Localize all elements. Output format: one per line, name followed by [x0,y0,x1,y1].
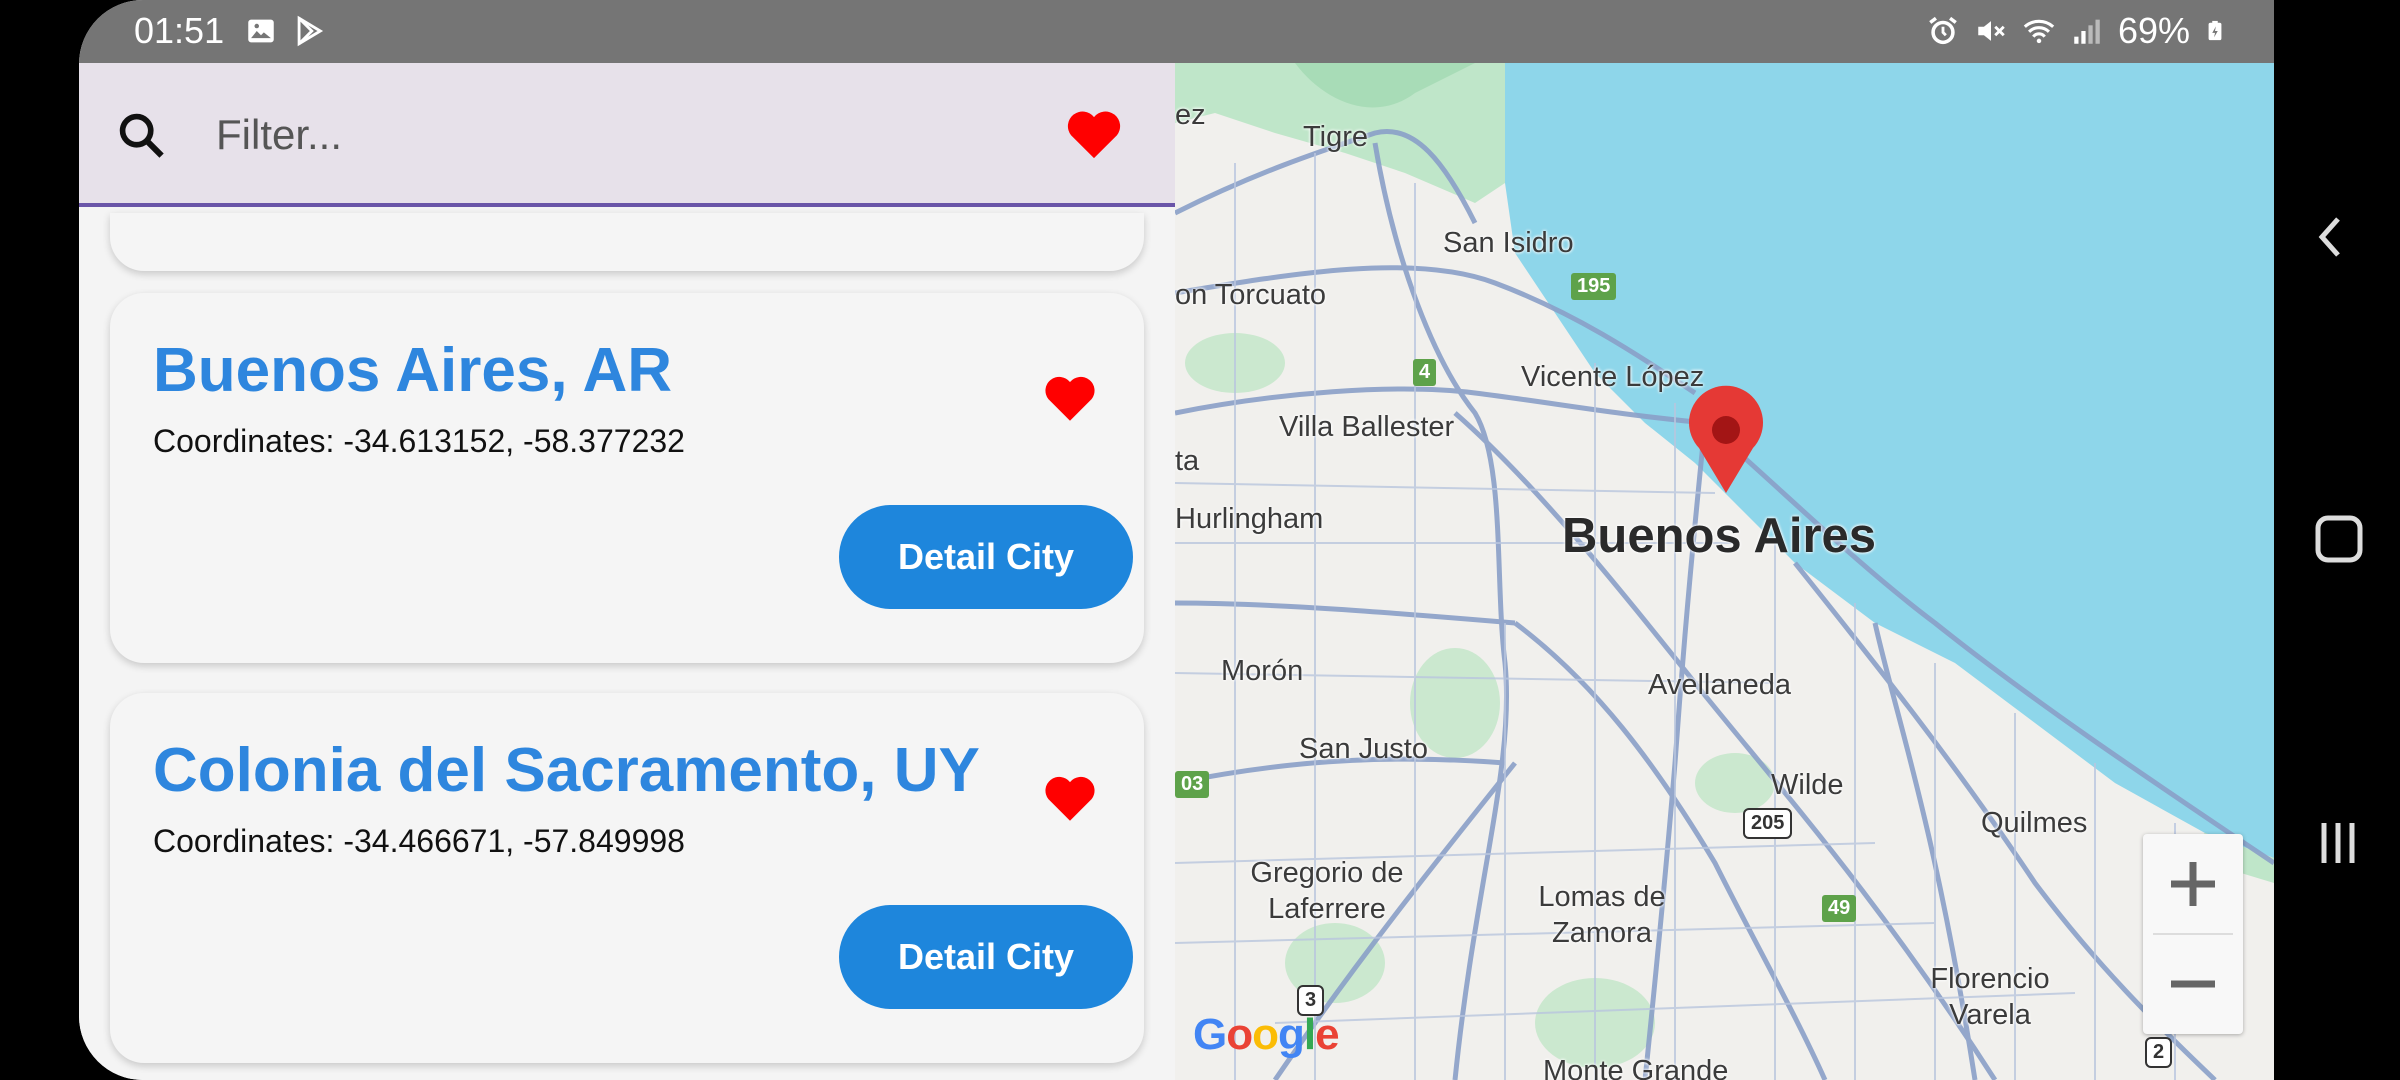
filter-bar [79,63,1175,207]
recents-button[interactable] [2274,783,2400,903]
map-place-label: Florencio Varela [1930,963,2050,1031]
map-place-label: Gregorio de Laferrere [1250,857,1404,925]
favorites-filter-heart-icon[interactable] [1065,107,1123,161]
map-place-label: on Torcuato [1175,279,1327,311]
map-place-label: Tigre [1303,121,1368,153]
map-place-label: ta [1175,445,1200,477]
back-button[interactable] [2274,177,2400,297]
battery-charging-icon [2208,20,2222,41]
map-place-label: Morón [1221,655,1304,687]
detail-city-button[interactable]: Detail City [839,905,1133,1009]
favorite-heart-icon[interactable] [1042,373,1098,423]
road-shield: 4 [1413,359,1437,386]
map-main-label: Buenos Aires [1562,509,1877,563]
filter-input[interactable] [216,103,996,167]
city-name: Colonia del Sacramento, UY [153,736,980,805]
zoom-in-button[interactable] [2143,834,2243,934]
road-shield: 49 [1822,895,1857,922]
map-place-label: Quilmes [1981,807,2088,839]
map-place-label: Vicente López [1521,361,1705,393]
city-name: Buenos Aires, AR [153,336,673,405]
map-place-label: Villa Ballester [1279,411,1455,443]
city-list-panel: Buenos Aires, AR Coordinates: -34.613152… [79,63,1175,1080]
map-place-label: Hurlingham [1175,503,1324,535]
search-icon[interactable] [115,109,167,161]
city-coordinates: Coordinates: -34.466671, -57.849998 [153,823,685,859]
map-zoom-controls [2143,834,2243,1034]
google-logo: Google [1193,1010,1340,1059]
mute-icon [1978,21,2005,41]
map-place-label: Monte Grande [1543,1055,1729,1080]
map-place-label: San Justo [1299,733,1428,765]
plus-icon [2171,862,2215,906]
signal-icon [2074,19,2100,44]
map-place-label: Lomas de Zamora [1538,881,1666,949]
road-shield: 2 [2145,1037,2173,1068]
map-place-label: San Isidro [1443,227,1574,259]
favorite-heart-icon[interactable] [1042,773,1098,823]
road-shield: 03 [1175,771,1210,798]
gallery-icon [248,19,274,43]
recents-icon [2321,823,2355,863]
minus-icon [2171,980,2215,988]
status-time: 01:51 [134,10,225,51]
battery-percentage: 69% [2117,10,2190,51]
back-chevron-icon [2318,217,2340,257]
city-card[interactable]: Buenos Aires, AR Coordinates: -34.613152… [110,293,1144,663]
app-screen: 01:51 69% Buenos Aires, AR Coordinates: … [79,0,2274,1080]
map-view[interactable]: ez Tigre San Isidro on Torcuato Vicente … [1175,63,2274,1080]
home-button[interactable] [2274,480,2400,600]
city-card-partial [110,213,1144,271]
play-store-icon [297,15,324,47]
map-place-label: ez [1175,99,1206,131]
wifi-icon [2023,19,2055,44]
city-coordinates: Coordinates: -34.613152, -58.377232 [153,423,685,459]
road-shield: 195 [1571,273,1617,300]
status-bar: 01:51 69% [79,0,2274,63]
map-place-label: Wilde [1771,769,1844,801]
map-place-label: Avellaneda [1648,669,1791,701]
road-shield: 205 [1743,808,1793,839]
system-nav-bar [2274,0,2400,1080]
city-card[interactable]: Colonia del Sacramento, UY Coordinates: … [110,693,1144,1063]
alarm-icon [1929,16,1957,45]
detail-city-button[interactable]: Detail City [839,505,1133,609]
home-square-icon [2315,515,2363,563]
zoom-out-button[interactable] [2143,934,2243,1034]
map-canvas [1175,63,2274,1080]
